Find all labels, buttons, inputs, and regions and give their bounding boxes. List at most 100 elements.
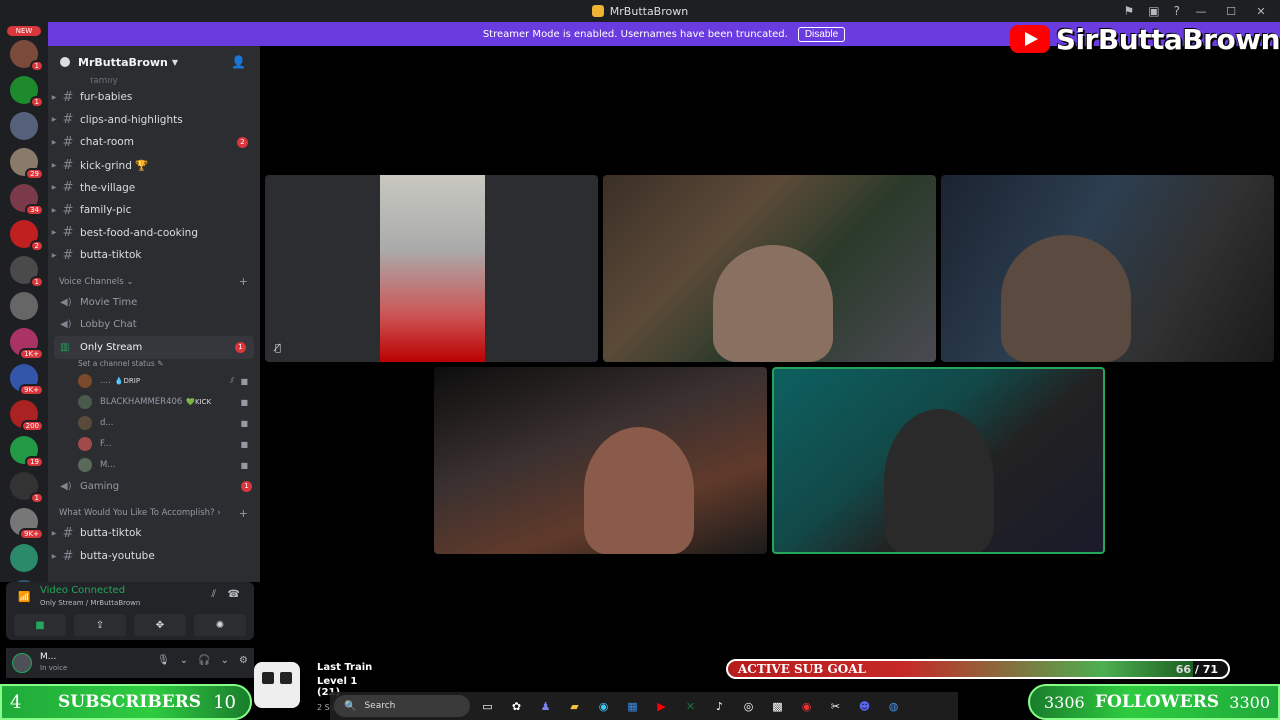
gear-icon[interactable]: ⚙ <box>239 655 248 666</box>
minimize-icon[interactable]: — <box>1186 5 1216 18</box>
channel-label: butta-tiktok <box>80 249 142 262</box>
chevron-right-icon: ▶ <box>51 138 57 146</box>
video-tile[interactable]: 🎙̸ <box>265 175 598 362</box>
server-icon[interactable]: 1 <box>10 40 44 72</box>
voice-user[interactable]: M... ■ <box>48 455 260 476</box>
text-channel[interactable]: ▶ # chat-room 2 <box>48 131 260 154</box>
copilot-icon[interactable]: ✿ <box>505 695 528 717</box>
chrome-icon[interactable]: ◍ <box>882 695 905 717</box>
add-channel-icon[interactable]: + <box>239 275 248 288</box>
folder-icon[interactable]: ▰ <box>563 695 586 717</box>
video-tile[interactable] <box>941 175 1274 362</box>
server-icon[interactable]: 34 <box>10 184 44 216</box>
channel-badge: 2 <box>237 136 248 148</box>
noise-suppression-icon[interactable]: ⫽ <box>212 589 216 600</box>
avatar[interactable] <box>12 653 32 673</box>
text-channel[interactable]: ▶ # butta-tiktok <box>48 522 260 545</box>
app-icon[interactable]: ◉ <box>795 695 818 717</box>
title-bar: MrButtaBrown ⚑ ▣ ? — ☐ ✕ <box>0 0 1280 22</box>
server-icon[interactable]: 9K+ <box>10 508 44 540</box>
server-badge: 29 <box>25 168 44 180</box>
hash-icon: # <box>62 89 74 105</box>
subscribers-label: SUBSCRIBERS <box>58 692 202 712</box>
voice-category[interactable]: Voice Channels ⌄ + <box>48 273 260 291</box>
microphone-icon[interactable]: 🎙 <box>157 655 170 666</box>
capcut-icon[interactable]: ✂ <box>824 695 847 717</box>
video-tile[interactable] <box>603 175 936 362</box>
discord-icon[interactable]: ☻ <box>853 695 876 717</box>
channel-label: butta-youtube <box>80 550 155 563</box>
disable-button[interactable]: Disable <box>797 26 846 42</box>
channel-status[interactable]: Set a channel status ✎ <box>48 359 260 371</box>
youtube-icon[interactable]: ▶ <box>650 695 673 717</box>
server-icon[interactable]: 9K+ <box>10 364 44 396</box>
text-channel[interactable]: ▶ # kick-grind 🏆 <box>48 154 260 177</box>
subscribers-left-value: 4 <box>10 691 22 713</box>
add-channel-icon[interactable]: + <box>239 507 248 520</box>
voice-connected-title[interactable]: Video Connected <box>40 585 125 596</box>
speaker-icon: ◀) <box>60 481 72 493</box>
server-icon[interactable]: 200 <box>10 400 44 432</box>
voice-user[interactable]: .... 💧DRIP ⫽ ■ <box>48 371 260 392</box>
disconnect-icon[interactable]: ☎ <box>228 589 240 600</box>
server-icon[interactable]: 1K+ <box>10 328 44 360</box>
chevron-down-icon[interactable]: ⌄ <box>221 655 229 666</box>
voice-connected-subtitle[interactable]: Only Stream / MrButtaBrown <box>40 599 140 607</box>
screen-share-button[interactable]: ⇪ <box>74 614 126 636</box>
close-icon[interactable]: ✕ <box>1246 5 1276 18</box>
server-icon[interactable]: 1 <box>10 76 44 108</box>
muted-icon: ⫽ <box>230 376 234 386</box>
soundboard-button[interactable]: ✺ <box>194 614 246 636</box>
server-icon[interactable] <box>10 544 38 572</box>
server-badge: 9K+ <box>19 384 44 396</box>
text-channel[interactable]: ▶ # best-food-and-cooking <box>48 222 260 245</box>
text-channel[interactable]: ▶ # butta-youtube <box>48 545 260 568</box>
tiktok-icon[interactable]: ♪ <box>708 695 731 717</box>
server-icon[interactable] <box>10 292 38 320</box>
text-channel[interactable]: ▶ # clips-and-highlights <box>48 109 260 132</box>
search-icon: 🔍 <box>344 700 357 712</box>
server-icon[interactable]: 29 <box>10 148 44 180</box>
edge-icon[interactable]: ◉ <box>592 695 615 717</box>
video-tile-speaking[interactable] <box>772 367 1105 554</box>
game-icon[interactable]: ▩ <box>766 695 789 717</box>
voice-user[interactable]: BLACKHAMMER406 💚KICK ■ <box>48 392 260 413</box>
voice-user[interactable]: F... ■ <box>48 434 260 455</box>
server-icon[interactable]: 2 <box>10 220 44 252</box>
accomplish-category[interactable]: What Would You Like To Accomplish? › + <box>48 504 260 522</box>
guild-header[interactable]: MrButtaBrown ▼ 👤 <box>48 46 260 78</box>
server-icon[interactable]: 19 <box>10 436 44 468</box>
text-channel[interactable]: ▶ # fur-babies <box>48 86 260 109</box>
invite-icon[interactable]: 👤 <box>231 55 246 69</box>
task-view-icon[interactable]: ▭ <box>476 695 499 717</box>
headphones-icon[interactable]: 🎧 <box>198 655 210 666</box>
taskbar-search[interactable]: 🔍 Search <box>334 695 470 717</box>
camera-button[interactable]: ■ <box>14 614 66 636</box>
video-tile[interactable] <box>434 367 767 554</box>
help-icon[interactable]: ? <box>1174 4 1180 18</box>
excel-icon[interactable]: ✕ <box>679 695 702 717</box>
accomplish-category-label: What Would You Like To Accomplish? <box>59 508 215 519</box>
screen-icon[interactable]: ▣ <box>1148 4 1159 18</box>
voice-user[interactable]: d... ■ <box>48 413 260 434</box>
voice-channel-only-stream[interactable]: ▥ Only Stream 1 <box>54 335 254 359</box>
activities-button[interactable]: ✥ <box>134 614 186 636</box>
obs-icon[interactable]: ◎ <box>737 695 760 717</box>
voice-user-name: M... <box>100 460 116 471</box>
maximize-icon[interactable]: ☐ <box>1216 5 1246 18</box>
store-icon[interactable]: ▦ <box>621 695 644 717</box>
text-channel[interactable]: ▶ # family-pic <box>48 199 260 222</box>
teams-icon[interactable]: ♟ <box>534 695 557 717</box>
text-channel[interactable]: ▶ # butta-tiktok <box>48 244 260 267</box>
voice-channel[interactable]: ◀) Movie Time <box>48 291 260 314</box>
inbox-icon[interactable]: ⚑ <box>1124 4 1135 18</box>
chevron-down-icon[interactable]: ⌄ <box>180 655 188 666</box>
server-icon[interactable]: 1 <box>10 256 44 288</box>
server-icon[interactable] <box>10 112 38 140</box>
voice-channel[interactable]: ◀) Lobby Chat <box>48 313 260 336</box>
server-icon[interactable]: 1 <box>10 472 44 504</box>
hash-icon: # <box>62 548 74 564</box>
text-channel[interactable]: ▶ # the-village <box>48 176 260 199</box>
channel-label: chat-room <box>80 136 134 149</box>
voice-channel-gaming[interactable]: ◀) Gaming 1 <box>48 476 260 499</box>
